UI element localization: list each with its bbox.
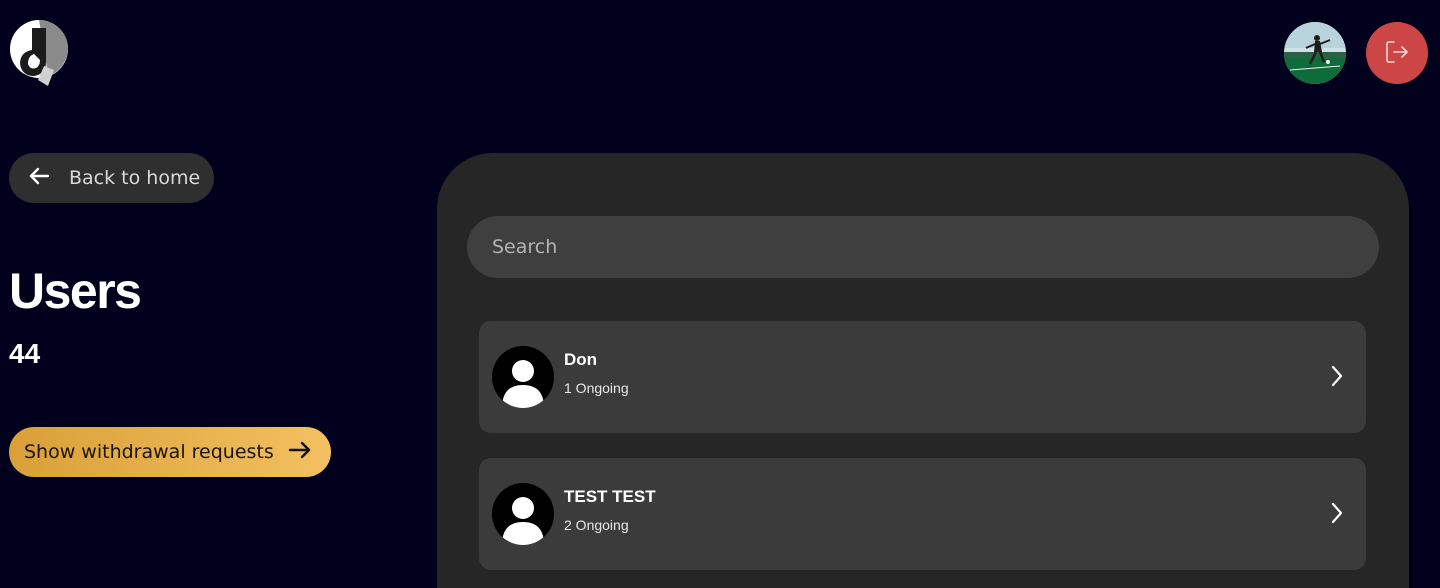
user-list-item[interactable]: TEST TEST 2 Ongoing (479, 458, 1366, 570)
chevron-right-icon (1330, 501, 1344, 525)
show-withdrawal-requests-button[interactable]: Show withdrawal requests (9, 427, 331, 477)
user-avatar-icon (492, 346, 554, 408)
user-list-item[interactable]: Don 1 Ongoing (479, 321, 1366, 433)
back-to-home-label: Back to home (69, 167, 201, 189)
user-avatar-icon (492, 483, 554, 545)
page-title: Users (9, 263, 142, 319)
users-page: Back to home Users 44 Show withdrawal re… (0, 0, 1440, 588)
arrow-right-icon (287, 437, 313, 468)
arrow-left-icon (27, 164, 51, 193)
back-to-home-button[interactable]: Back to home (9, 153, 214, 203)
logout-icon (1383, 38, 1411, 69)
user-status: 2 Ongoing (564, 517, 629, 533)
user-count: 44 (9, 338, 41, 369)
user-name: TEST TEST (564, 487, 656, 506)
logout-button[interactable] (1366, 22, 1428, 84)
withdrawal-requests-label: Show withdrawal requests (24, 441, 274, 463)
app-logo-icon[interactable] (8, 18, 70, 88)
user-status: 1 Ongoing (564, 380, 629, 396)
chevron-right-icon (1330, 364, 1344, 388)
profile-avatar[interactable] (1284, 22, 1346, 84)
search-input[interactable] (467, 216, 1379, 278)
user-name: Don (564, 350, 598, 369)
users-panel: Don 1 Ongoing TEST TEST 2 Ongoing (437, 153, 1409, 588)
